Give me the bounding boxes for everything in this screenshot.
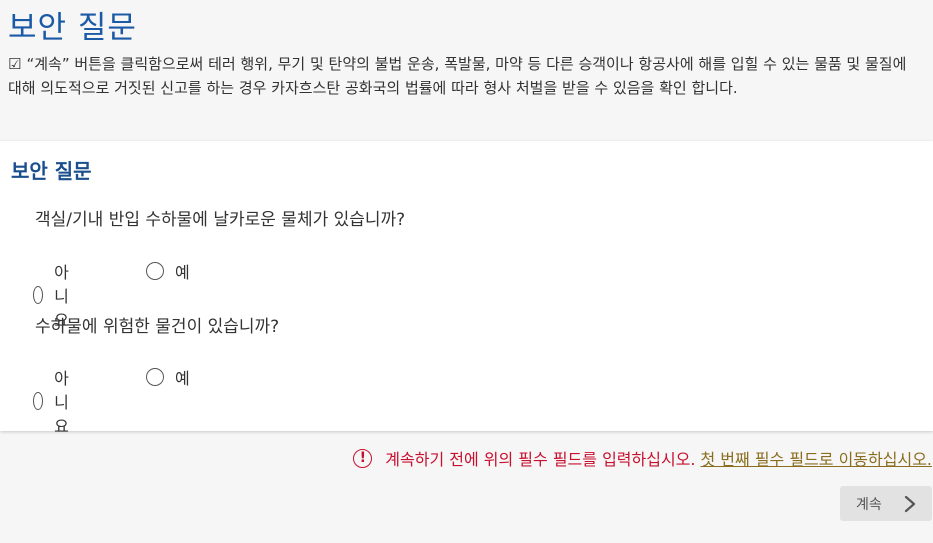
radio-sharp-objects-yes[interactable]: 예 xyxy=(146,259,190,283)
continue-button[interactable]: 계속 xyxy=(840,486,932,521)
validation-error: ! 계속하기 전에 위의 필수 필드를 입력하십시오. 첫 번째 필수 필드로 … xyxy=(353,446,932,470)
continue-label: 계속 xyxy=(856,496,882,513)
radio-label: 예 xyxy=(175,263,190,282)
page-title: 보안 질문 xyxy=(8,10,137,46)
radio-circle[interactable] xyxy=(33,392,44,410)
error-message: 계속하기 전에 위의 필수 필드를 입력하십시오. xyxy=(385,450,696,469)
radio-circle[interactable] xyxy=(146,368,164,386)
checkbox-icon: ☑ xyxy=(8,55,22,73)
chevron-right-icon xyxy=(904,495,916,513)
legal-disclaimer: ☑ “계속” 버튼을 클릭함으로써 테러 행위, 무기 및 탄약의 불법 운송, … xyxy=(8,52,913,100)
go-to-first-required-field-link[interactable]: 첫 번째 필수 필드로 이동하십시오. xyxy=(700,446,932,470)
alert-circle-icon: ! xyxy=(353,448,373,468)
radio-circle[interactable] xyxy=(146,262,164,280)
radio-label: 아니요 xyxy=(54,369,69,436)
section-title: 보안 질문 xyxy=(11,159,92,183)
radio-circle[interactable] xyxy=(33,286,44,304)
question-sharp-objects: 객실/기내 반입 수하물에 날카로운 물체가 있습니까? xyxy=(35,210,406,230)
radio-dangerous-items-yes[interactable]: 예 xyxy=(146,365,190,389)
security-questions-panel: 보안 질문 객실/기내 반입 수하물에 날카로운 물체가 있습니까? 아니요 예… xyxy=(0,141,933,436)
question-dangerous-items: 수하물에 위험한 물건이 있습니까? xyxy=(35,317,280,337)
radio-dangerous-items-no[interactable]: 아니요 xyxy=(33,365,77,437)
radio-label: 예 xyxy=(175,369,190,388)
disclaimer-text: “계속” 버튼을 클릭함으로써 테러 행위, 무기 및 탄약의 불법 운송, 폭… xyxy=(8,55,907,97)
